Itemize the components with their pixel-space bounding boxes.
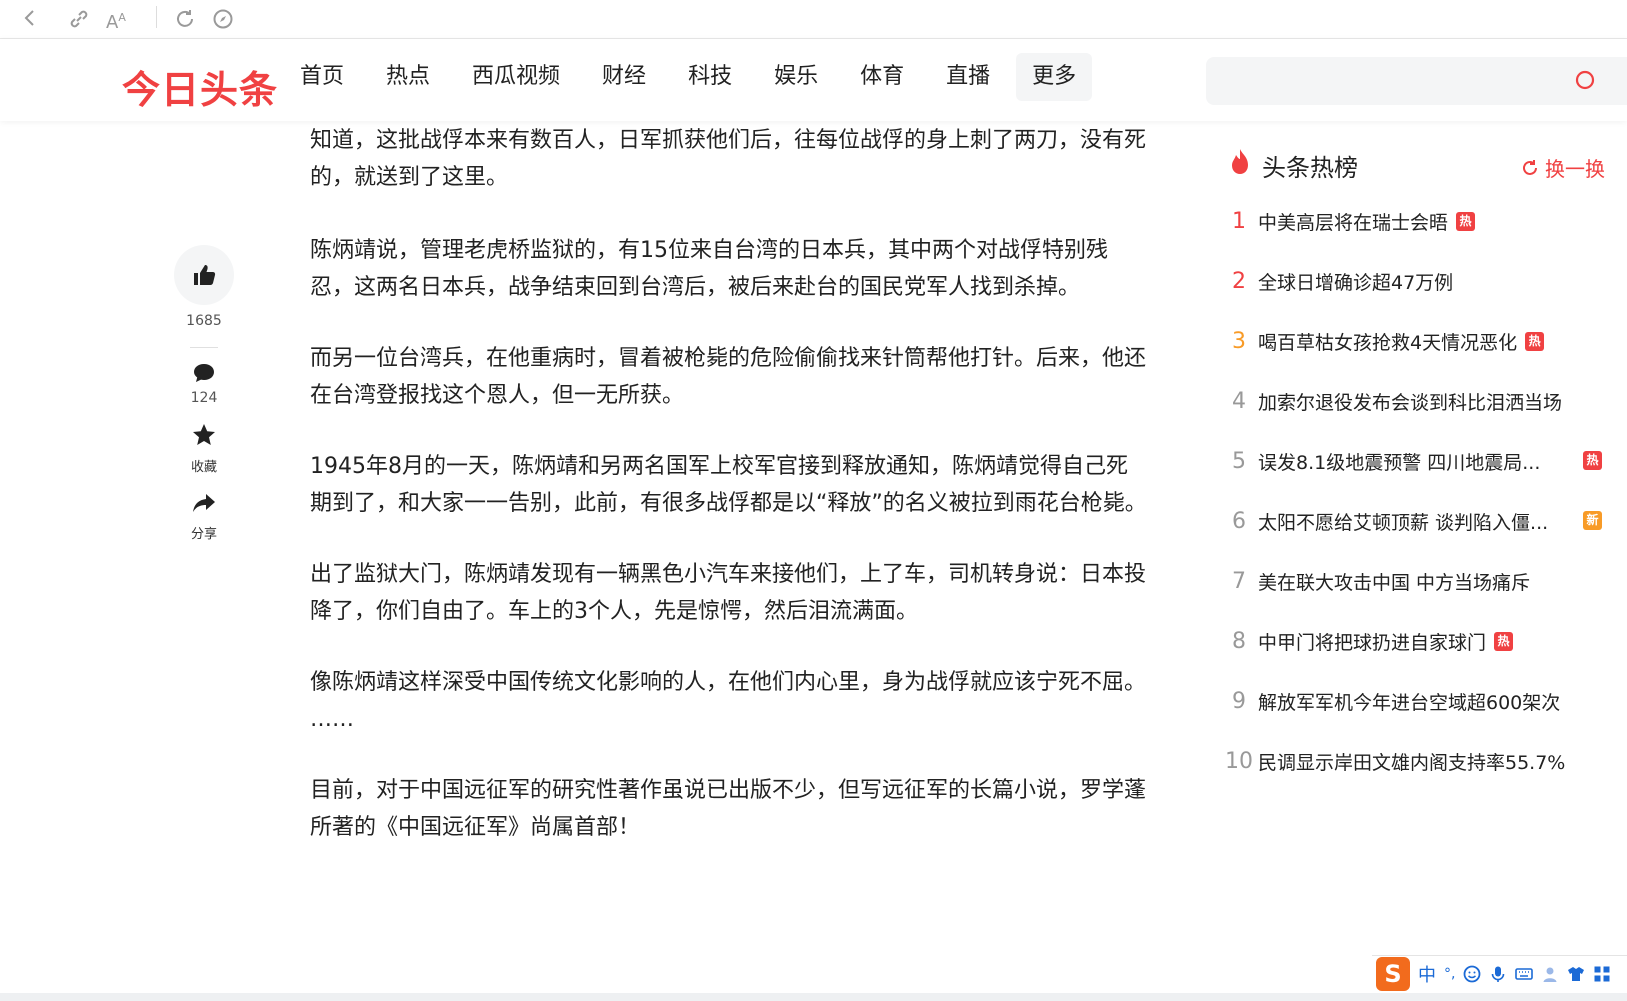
actions-divider	[190, 347, 218, 348]
new-badge: 新	[1583, 511, 1602, 530]
comment-icon	[194, 364, 214, 382]
hot-badge: 热	[1583, 451, 1602, 470]
fire-icon	[1228, 148, 1252, 182]
refresh-icon	[1523, 159, 1537, 175]
emoji-icon[interactable]	[1463, 965, 1481, 983]
thumbs-up-icon	[194, 265, 216, 285]
share-button[interactable]: 分享	[172, 491, 236, 542]
microphone-icon[interactable]	[1489, 965, 1507, 983]
hot-item-rank: 5	[1232, 448, 1246, 474]
hot-item-rank: 3	[1232, 328, 1246, 354]
article-paragraph: 出了监狱大门，陈炳靖发现有一辆黑色小汽车来接他们，上了车，司机转身说：日本投降了…	[310, 562, 1147, 624]
hot-list-item[interactable]: 5 误发8.1级地震预警 四川地震局... 热	[1228, 431, 1627, 491]
site-header: 今日头条 首页 热点 西瓜视频 财经 科技 娱乐 体育 直播 更多	[0, 39, 1627, 121]
hot-list-item[interactable]: 4 加索尔退役发布会谈到科比泪洒当场	[1228, 371, 1627, 431]
article-paragraph: 知道，这批战俘本来有数百人，日军抓获他们后，往每位战俘的身上刺了两刀，没有死的，…	[310, 128, 1147, 190]
search-icon[interactable]	[1572, 67, 1596, 91]
hot-item-title[interactable]: 美在联大攻击中国 中方当场痛斥	[1258, 568, 1530, 595]
nav-item-home[interactable]: 首页	[300, 53, 344, 101]
share-label: 分享	[190, 527, 217, 542]
ime-toolbar: S 中 °,	[1372, 955, 1627, 992]
keyboard-icon[interactable]	[1515, 965, 1534, 983]
search-input[interactable]	[1206, 57, 1627, 105]
hot-list-title: 头条热榜	[1262, 153, 1358, 182]
refresh-label: 换一换	[1545, 157, 1605, 181]
hot-item-rank: 6	[1232, 508, 1246, 534]
nav-item-hot[interactable]: 热点	[386, 53, 430, 101]
toolbar-separator	[156, 6, 157, 28]
hot-item-rank: 2	[1232, 268, 1246, 294]
hot-item-title[interactable]: 解放军军机今年进台空域超600架次	[1258, 688, 1560, 715]
compass-icon[interactable]	[212, 8, 234, 33]
page-bottom-strip	[0, 993, 1627, 1001]
article-ellipsis: ……	[310, 707, 354, 732]
nav-item-sports[interactable]: 体育	[860, 53, 904, 101]
like-count: 1685	[186, 313, 222, 329]
toolbox-grid-icon[interactable]	[1593, 965, 1611, 983]
nav-item-tech[interactable]: 科技	[688, 53, 732, 101]
nav-item-live[interactable]: 直播	[946, 53, 990, 101]
article-paragraph: 而另一位台湾兵，在他重病时，冒着被枪毙的危险偷偷找来针筒帮他打针。后来，他还在台…	[310, 346, 1147, 408]
article-actions: 1685 124 收藏 分享	[172, 245, 236, 542]
star-icon	[193, 424, 215, 445]
hot-badge: 热	[1456, 211, 1476, 231]
like-button[interactable]	[174, 245, 234, 305]
skin-shirt-icon[interactable]	[1567, 965, 1585, 983]
hot-list-item[interactable]: 1 中美高层将在瑞士会晤热	[1228, 191, 1627, 251]
user-icon[interactable]	[1541, 965, 1559, 983]
refresh-button[interactable]: 换一换	[1521, 153, 1605, 182]
hot-badge: 热	[1525, 331, 1545, 351]
article-paragraph: 陈炳靖说，管理老虎桥监狱的，有15位来自台湾的日本兵，其中两个对战俘特别残忍，这…	[310, 238, 1108, 300]
hot-list-item[interactable]: 6 太阳不愿给艾顿顶薪 谈判陷入僵... 新	[1228, 491, 1627, 551]
hot-item-title[interactable]: 误发8.1级地震预警 四川地震局...	[1258, 448, 1540, 475]
hot-list-header: 头条热榜 换一换	[1228, 145, 1627, 185]
hot-item-rank: 9	[1232, 688, 1246, 714]
hot-item-rank: 10	[1225, 748, 1253, 774]
hot-item-title[interactable]: 喝百草枯女孩抢救4天情况恶化	[1258, 328, 1517, 355]
hot-item-title[interactable]: 全球日增确诊超47万例	[1258, 268, 1453, 295]
hot-list-item[interactable]: 10 民调显示岸田文雄内阁支持率55.7%	[1225, 731, 1627, 791]
hot-list-item[interactable]: 3 喝百草枯女孩抢救4天情况恶化热	[1228, 311, 1627, 371]
ime-mode-toggle[interactable]: 中	[1418, 961, 1436, 987]
hot-list-item[interactable]: 7 美在联大攻击中国 中方当场痛斥	[1228, 551, 1627, 611]
hot-list: 1 中美高层将在瑞士会晤热 2 全球日增确诊超47万例 3 喝百草枯女孩抢救4天情况恶化热…	[1225, 191, 1627, 791]
link-icon[interactable]	[68, 8, 90, 33]
favorite-button[interactable]: 收藏	[172, 422, 236, 475]
ime-punct-toggle[interactable]: °,	[1444, 966, 1455, 982]
comment-button[interactable]: 124	[172, 362, 236, 406]
hot-badge: 热	[1494, 631, 1514, 651]
hot-list-item[interactable]: 2 全球日增确诊超47万例	[1228, 251, 1627, 311]
hot-list-item[interactable]: 8 中甲门将把球扔进自家球门热	[1228, 611, 1627, 671]
hot-item-rank: 1	[1232, 208, 1246, 234]
text-size-icon[interactable]: AA	[106, 8, 126, 33]
hot-item-title[interactable]: 中美高层将在瑞士会晤	[1258, 208, 1448, 235]
reload-icon[interactable]	[174, 8, 196, 33]
hot-item-rank: 8	[1232, 628, 1246, 654]
nav-item-xigua-video[interactable]: 西瓜视频	[472, 53, 560, 101]
main-nav: 首页 热点 西瓜视频 财经 科技 娱乐 体育 直播 更多	[300, 53, 1134, 101]
nav-item-more[interactable]: 更多	[1016, 53, 1093, 101]
browser-toolbar: AA	[0, 0, 1627, 39]
sogou-logo-icon[interactable]: S	[1376, 957, 1410, 991]
article-body: 知道，这批战俘本来有数百人，日军抓获他们后，往每位战俘的身上刺了两刀，没有死的，…	[310, 122, 1148, 846]
article-paragraph: 1945年8月的一天，陈炳靖和另两名国军上校军官接到释放通知，陈炳靖觉得自己死期…	[310, 454, 1147, 516]
hot-item-rank: 7	[1232, 568, 1246, 594]
site-logo[interactable]: 今日头条	[122, 59, 278, 114]
share-icon	[193, 494, 215, 512]
favorite-label: 收藏	[190, 460, 217, 475]
hot-item-title[interactable]: 民调显示岸田文雄内阁支持率55.7%	[1258, 748, 1565, 775]
hot-item-title[interactable]: 中甲门将把球扔进自家球门	[1258, 628, 1486, 655]
back-icon[interactable]	[22, 8, 38, 31]
hot-item-title[interactable]: 加索尔退役发布会谈到科比泪洒当场	[1258, 388, 1562, 415]
hot-item-title[interactable]: 太阳不愿给艾顿顶薪 谈判陷入僵...	[1258, 508, 1548, 535]
article-paragraph: 目前，对于中国远征军的研究性著作虽说已出版不少，但写远征军的长篇小说，罗学蓬所著…	[310, 778, 1147, 840]
comment-count: 124	[190, 390, 218, 406]
nav-item-entertainment[interactable]: 娱乐	[774, 53, 818, 101]
hot-list-item[interactable]: 9 解放军军机今年进台空域超600架次	[1228, 671, 1627, 731]
article-paragraph: 像陈炳靖这样深受中国传统文化影响的人，在他们内心里，身为战俘就应该宁死不屈。	[310, 670, 1147, 695]
hot-item-rank: 4	[1232, 388, 1246, 414]
nav-item-finance[interactable]: 财经	[602, 53, 646, 101]
hot-list-panel: 头条热榜 换一换 1 中美高层将在瑞士会晤热 2 全球日增确诊超47万例 3 喝百草枯女孩…	[1225, 145, 1627, 791]
